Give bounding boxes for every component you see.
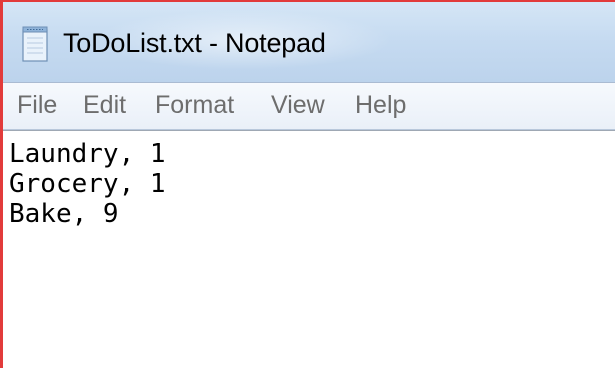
window-title: ToDoList.txt - Notepad	[63, 28, 326, 58]
menu-view[interactable]: View	[271, 91, 325, 120]
notepad-window: ToDoList.txt - Notepad File Edit Format …	[0, 0, 615, 368]
editor-line[interactable]: Laundry, 1	[9, 139, 166, 169]
title-bar[interactable]: ToDoList.txt - Notepad	[3, 2, 615, 82]
editor-line[interactable]: Grocery, 1	[9, 169, 166, 199]
editor-line[interactable]: Bake, 9	[9, 199, 119, 229]
text-editor-area[interactable]: Laundry, 1 Grocery, 1 Bake, 9	[3, 130, 615, 368]
menu-help[interactable]: Help	[355, 91, 406, 120]
menu-bar: File Edit Format View Help	[3, 82, 615, 130]
menu-format[interactable]: Format	[155, 91, 234, 120]
menu-file[interactable]: File	[17, 91, 57, 120]
notepad-icon[interactable]	[21, 26, 49, 62]
menu-edit[interactable]: Edit	[83, 91, 126, 120]
